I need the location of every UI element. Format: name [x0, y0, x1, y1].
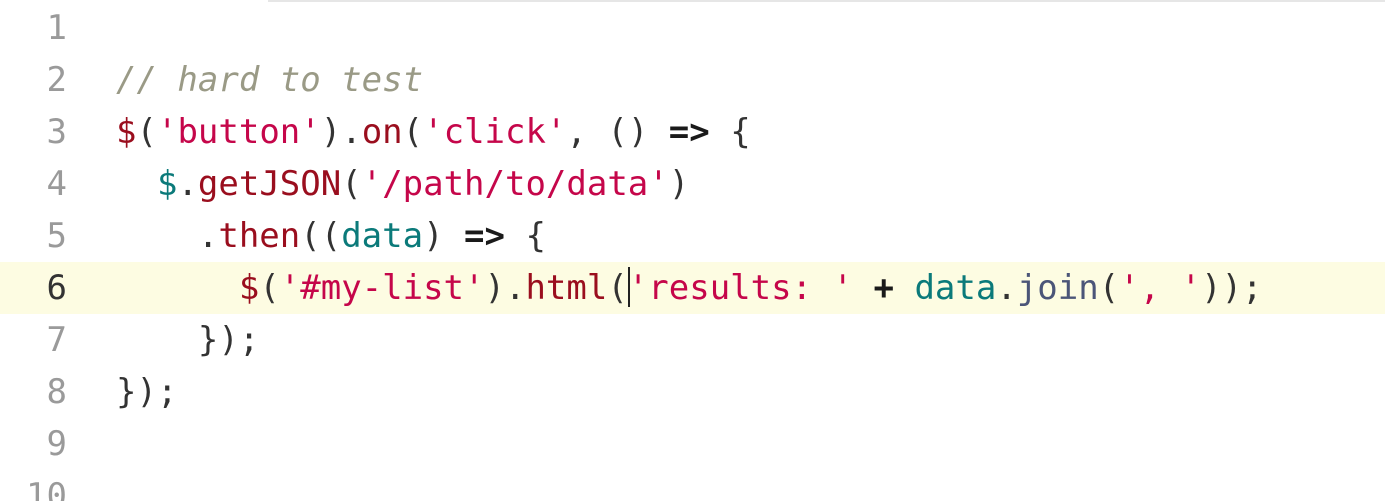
code-token-fn: getJSON: [197, 164, 342, 204]
code-text[interactable]: $('#my-list').html('results: ' + data.jo…: [116, 262, 1263, 314]
code-token-punc: ).: [484, 268, 526, 308]
code-token-var: data: [914, 268, 997, 308]
code-token-kw: =>: [668, 112, 710, 152]
code-token-fn: $: [116, 112, 137, 152]
line-number: 8: [46, 372, 67, 412]
code-line[interactable]: 2 // hard to test: [0, 54, 1385, 106]
code-line[interactable]: 4 $.getJSON('/path/to/data'): [0, 158, 1385, 210]
code-token-str: 'results: ': [627, 268, 853, 308]
code-token-str: 'click': [423, 112, 567, 152]
code-token-punc: ((: [300, 216, 342, 256]
code-token-punc: .: [116, 216, 219, 256]
code-token-punc: ): [668, 164, 690, 204]
code-token-punc: .: [177, 164, 198, 204]
code-token-punc: (: [1098, 268, 1120, 308]
code-token-str: ', ': [1119, 268, 1202, 308]
line-number: 2: [46, 60, 67, 100]
code-token-var: data: [341, 216, 424, 256]
code-token-punc: [116, 164, 157, 204]
code-token-fn: html: [525, 268, 608, 308]
line-number: 9: [46, 424, 67, 464]
code-line[interactable]: 7 });: [0, 314, 1385, 366]
code-token-method: join: [1016, 268, 1099, 308]
code-token-fn: on: [361, 112, 403, 152]
code-line[interactable]: 3 $('button').on('click', () => {: [0, 106, 1385, 158]
line-number: 3: [46, 112, 67, 152]
code-line[interactable]: 5 .then((data) => {: [0, 210, 1385, 262]
code-token-punc: (: [259, 268, 280, 308]
line-number: 4: [46, 164, 67, 204]
code-line[interactable]: 6 $('#my-list').html('results: ' + data.…: [0, 262, 1385, 314]
code-text[interactable]: .then((data) => {: [116, 210, 546, 262]
code-line[interactable]: 10: [0, 470, 1385, 501]
code-token-fn: then: [218, 216, 301, 256]
code-token-kw: +: [873, 268, 894, 308]
code-token-fn: $: [238, 268, 260, 308]
line-number: 5: [46, 216, 67, 256]
line-number: 7: [46, 320, 67, 360]
code-token-punc: (: [136, 112, 157, 152]
code-token-punc: [116, 268, 239, 308]
code-text[interactable]: // hard to test: [116, 54, 423, 106]
code-token-punc: (: [341, 164, 362, 204]
code-token-str: '/path/to/data': [361, 164, 669, 204]
code-text[interactable]: });: [116, 314, 259, 366]
line-number: 6: [46, 268, 67, 308]
code-token-punc: });: [116, 372, 178, 412]
code-token-punc: (: [402, 112, 424, 152]
code-token-punc: [853, 268, 873, 308]
code-token-punc: [894, 268, 914, 308]
code-text[interactable]: $.getJSON('/path/to/data'): [116, 158, 689, 210]
code-token-comment: // hard to test: [116, 60, 424, 100]
code-token-var: $: [156, 164, 178, 204]
code-token-punc: ): [423, 216, 465, 256]
code-line[interactable]: 8});: [0, 366, 1385, 418]
code-token-kw: =>: [464, 216, 505, 256]
code-token-punc: .: [996, 268, 1017, 308]
code-token-punc: {: [505, 216, 546, 256]
code-token-punc: });: [116, 320, 260, 360]
code-text[interactable]: $('button').on('click', () => {: [116, 106, 751, 158]
code-token-punc: (: [607, 268, 628, 308]
code-text[interactable]: });: [116, 366, 177, 418]
code-token-punc: ).: [320, 112, 362, 152]
line-number: 10: [26, 476, 67, 501]
code-line[interactable]: 9: [0, 418, 1385, 470]
code-token-str: 'button': [156, 112, 321, 152]
code-editor[interactable]: 1 2// hard to test 3 $('button').on('click'…: [0, 0, 1385, 501]
code-token-str: '#my-list': [279, 268, 485, 308]
code-token-punc: , (): [566, 112, 669, 152]
code-token-punc: {: [709, 112, 751, 152]
code-line[interactable]: 1: [0, 2, 1385, 54]
code-token-punc: ));: [1201, 268, 1263, 308]
line-number: 1: [46, 8, 67, 48]
